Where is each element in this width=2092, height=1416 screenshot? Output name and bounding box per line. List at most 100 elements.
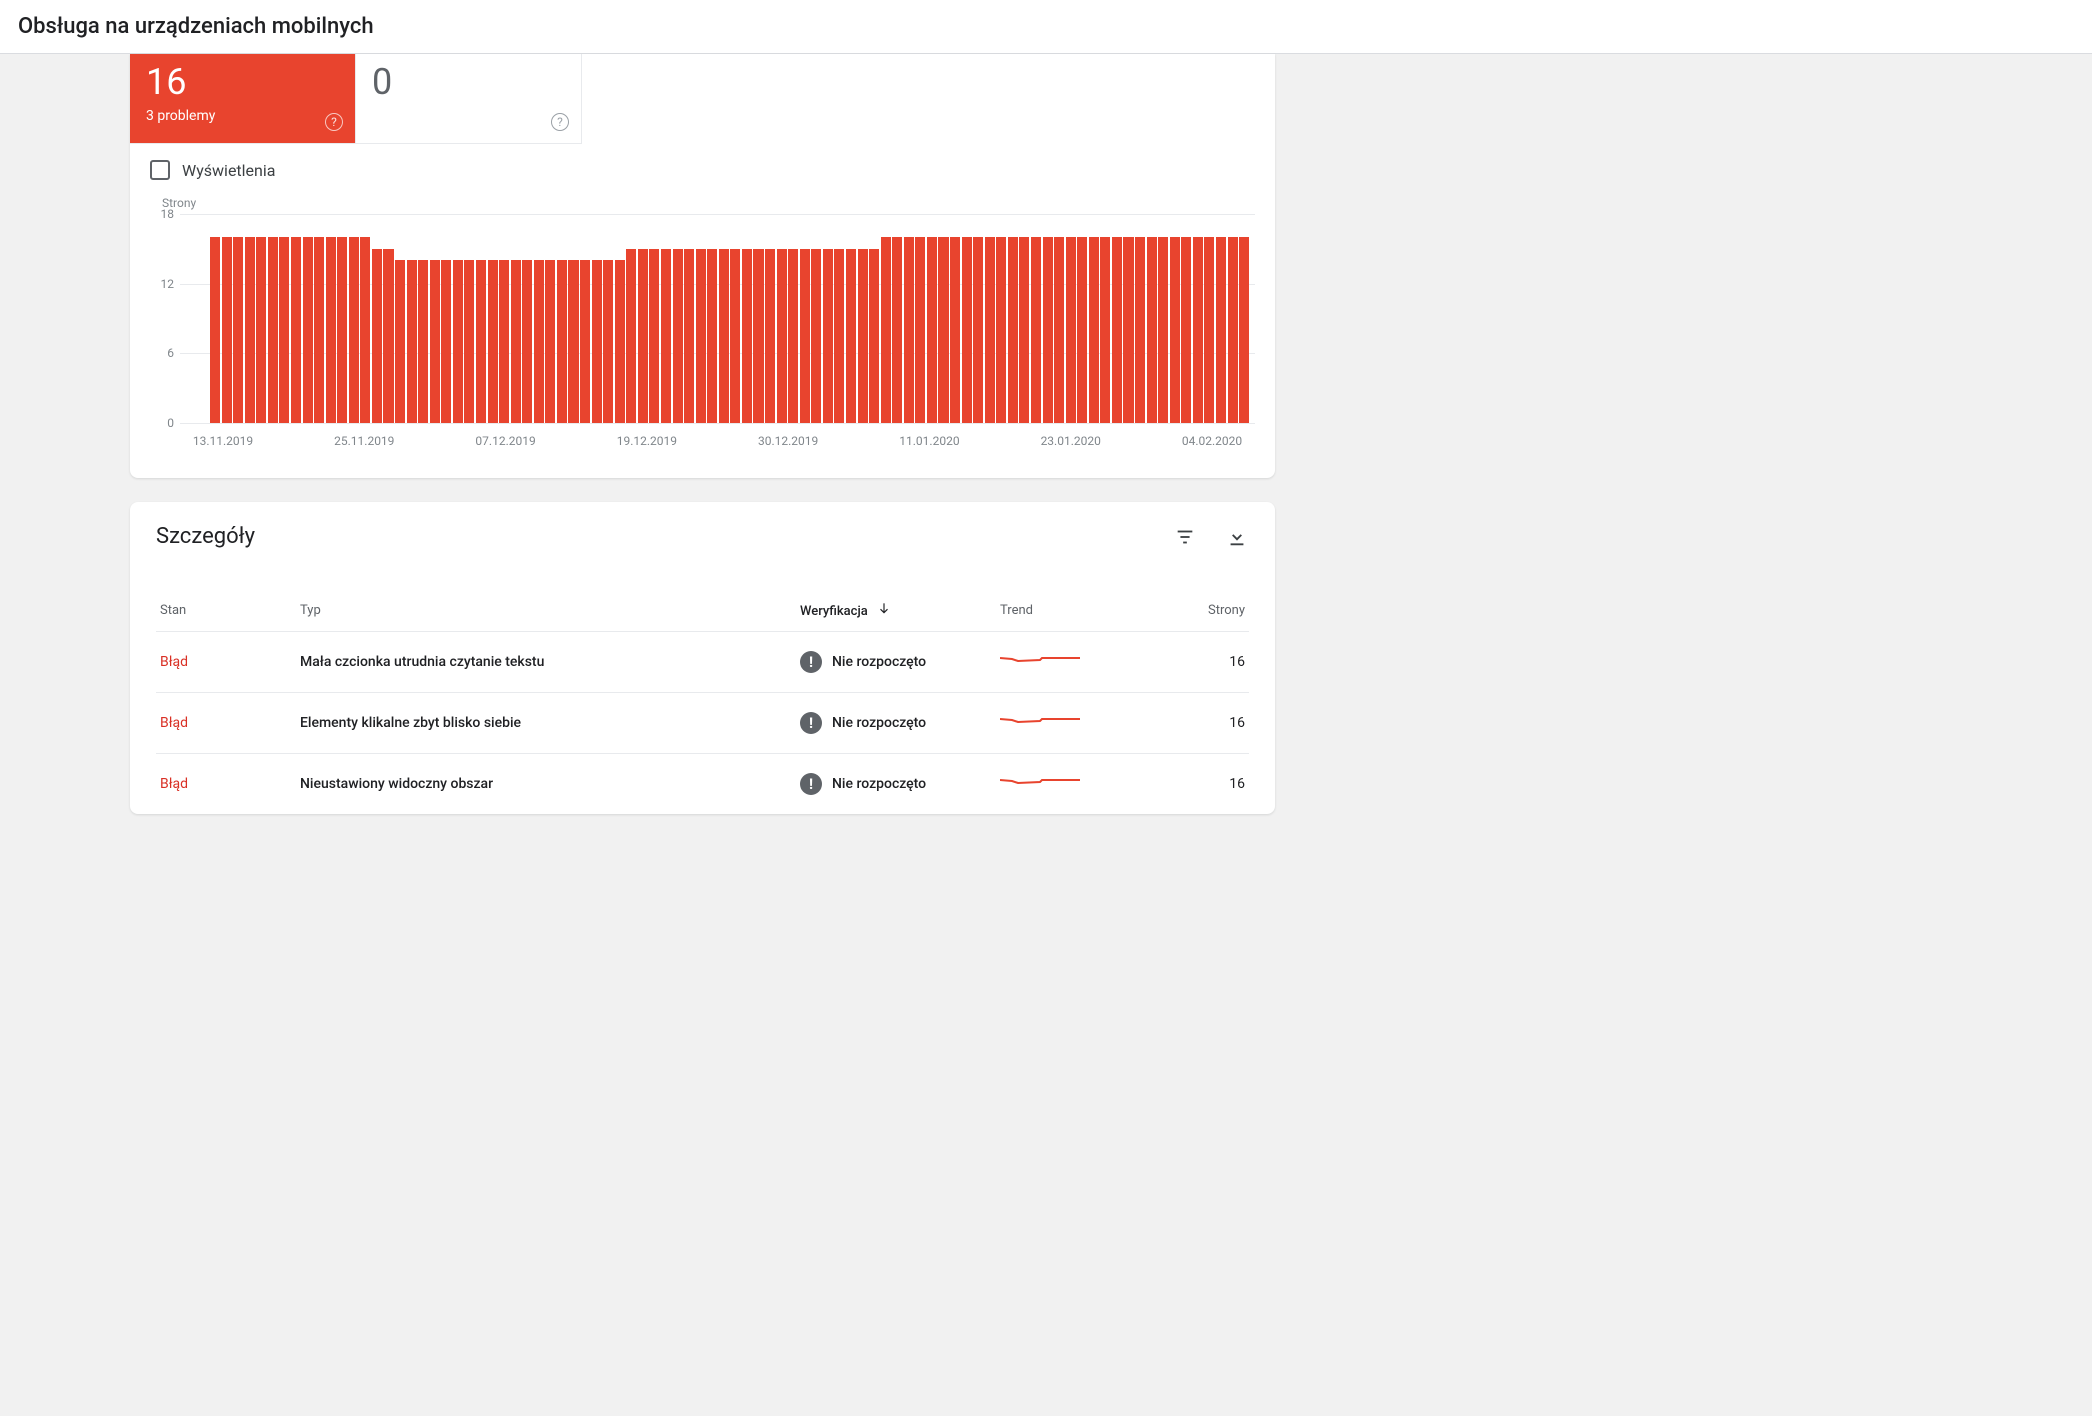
ytick-label: 12 — [150, 277, 174, 291]
chart-bar — [268, 237, 278, 423]
chart-bar — [291, 237, 301, 423]
chart-bar — [326, 237, 336, 423]
chart-bar — [742, 249, 752, 423]
chart-bar — [245, 237, 255, 423]
chart-bar — [985, 237, 995, 423]
col-trend[interactable]: Trend — [996, 589, 1136, 632]
xtick-label: 07.12.2019 — [475, 434, 535, 448]
chart-bar — [222, 237, 232, 423]
alert-icon: ! — [800, 773, 822, 795]
table-row[interactable]: Błąd Mała czcionka utrudnia czytanie tek… — [156, 632, 1249, 693]
chart-bar — [407, 260, 417, 423]
chart-bar — [649, 249, 659, 423]
chart: Strony 061218 13.11.201925.11.201907.12.… — [130, 184, 1275, 478]
chart-bar — [279, 237, 289, 423]
details-card: Szczegóły Stan Typ Weryfikacja — [130, 502, 1275, 814]
verification-cell: ! Nie rozpoczęto — [796, 693, 996, 754]
chart-bar — [1031, 237, 1041, 423]
metric-tabs: 16 3 problemy ? 0 ? — [130, 54, 1275, 144]
chart-bar — [557, 260, 567, 423]
chart-bar — [777, 249, 787, 423]
chart-bar — [1216, 237, 1226, 423]
status-cell: Błąd — [156, 632, 296, 693]
chart-bar — [834, 249, 844, 423]
chart-bar — [210, 237, 220, 423]
col-type[interactable]: Typ — [296, 589, 796, 632]
chart-bar — [580, 260, 590, 423]
chart-bar — [1135, 237, 1145, 423]
chart-bar — [430, 260, 440, 423]
chart-bar — [256, 237, 266, 423]
chart-bar — [915, 237, 925, 423]
chart-bar — [303, 237, 313, 423]
chart-bar — [962, 237, 972, 423]
col-status[interactable]: Stan — [156, 589, 296, 632]
tab-errors[interactable]: 16 3 problemy ? — [130, 54, 356, 144]
tab-valid[interactable]: 0 ? — [356, 54, 582, 144]
xtick-label: 04.02.2020 — [1182, 434, 1242, 448]
status-cell: Błąd — [156, 693, 296, 754]
chart-bar — [464, 260, 474, 423]
chart-bar — [707, 249, 717, 423]
chart-bar — [534, 260, 544, 423]
chart-bar — [545, 260, 555, 423]
chart-bar — [615, 260, 625, 423]
chart-bar — [337, 237, 347, 423]
trend-sparkline — [1000, 772, 1080, 792]
chart-bar — [858, 249, 868, 423]
chart-bar — [1008, 237, 1018, 423]
chart-bar — [1204, 237, 1214, 423]
col-pages[interactable]: Strony — [1136, 589, 1249, 632]
help-icon[interactable]: ? — [551, 113, 569, 131]
type-cell: Elementy klikalne zbyt blisko siebie — [296, 693, 796, 754]
impressions-toggle-row: Wyświetlenia — [130, 144, 1275, 184]
trend-cell — [996, 754, 1136, 815]
chart-bar — [372, 249, 382, 423]
pages-cell: 16 — [1136, 754, 1249, 815]
chart-bar — [938, 237, 948, 423]
impressions-checkbox[interactable] — [150, 160, 170, 180]
xtick-label: 19.12.2019 — [617, 434, 677, 448]
chart-bar — [1147, 237, 1157, 423]
chart-bar — [1100, 237, 1110, 423]
chart-bar — [1112, 237, 1122, 423]
chart-bar — [233, 237, 243, 423]
chart-bar — [1193, 237, 1203, 423]
verification-label: Nie rozpoczęto — [832, 654, 926, 670]
chart-bar — [719, 249, 729, 423]
chart-bar — [1181, 237, 1191, 423]
chart-bar — [488, 260, 498, 423]
help-icon[interactable]: ? — [325, 113, 343, 131]
xtick-label: 23.01.2020 — [1041, 434, 1101, 448]
type-cell: Mała czcionka utrudnia czytanie tekstu — [296, 632, 796, 693]
download-icon[interactable] — [1225, 525, 1249, 549]
chart-bar — [1066, 237, 1076, 423]
chart-bar — [730, 249, 740, 423]
chart-bar — [1089, 237, 1099, 423]
type-cell: Nieustawiony widoczny obszar — [296, 754, 796, 815]
chart-bar — [1054, 237, 1064, 423]
trend-cell — [996, 693, 1136, 754]
alert-icon: ! — [800, 651, 822, 673]
table-row[interactable]: Błąd Elementy klikalne zbyt blisko siebi… — [156, 693, 1249, 754]
table-row[interactable]: Błąd Nieustawiony widoczny obszar ! Nie … — [156, 754, 1249, 815]
alert-icon: ! — [800, 712, 822, 734]
verification-cell: ! Nie rozpoczęto — [796, 754, 996, 815]
chart-bar — [568, 260, 578, 423]
col-verification[interactable]: Weryfikacja — [796, 589, 996, 632]
chart-bar — [973, 237, 983, 423]
ytick-label: 18 — [150, 207, 174, 221]
chart-bar — [1170, 237, 1180, 423]
sort-desc-icon — [877, 604, 891, 619]
chart-bar — [800, 249, 810, 423]
chart-bar — [846, 249, 856, 423]
filter-icon[interactable] — [1173, 525, 1197, 549]
details-title: Szczegóły — [156, 524, 255, 549]
gridline — [180, 423, 1255, 424]
chart-bar — [383, 249, 393, 423]
chart-bar — [996, 237, 1006, 423]
status-cell: Błąd — [156, 754, 296, 815]
chart-bar — [603, 260, 613, 423]
ytick-label: 6 — [150, 346, 174, 360]
chart-bar — [904, 237, 914, 423]
